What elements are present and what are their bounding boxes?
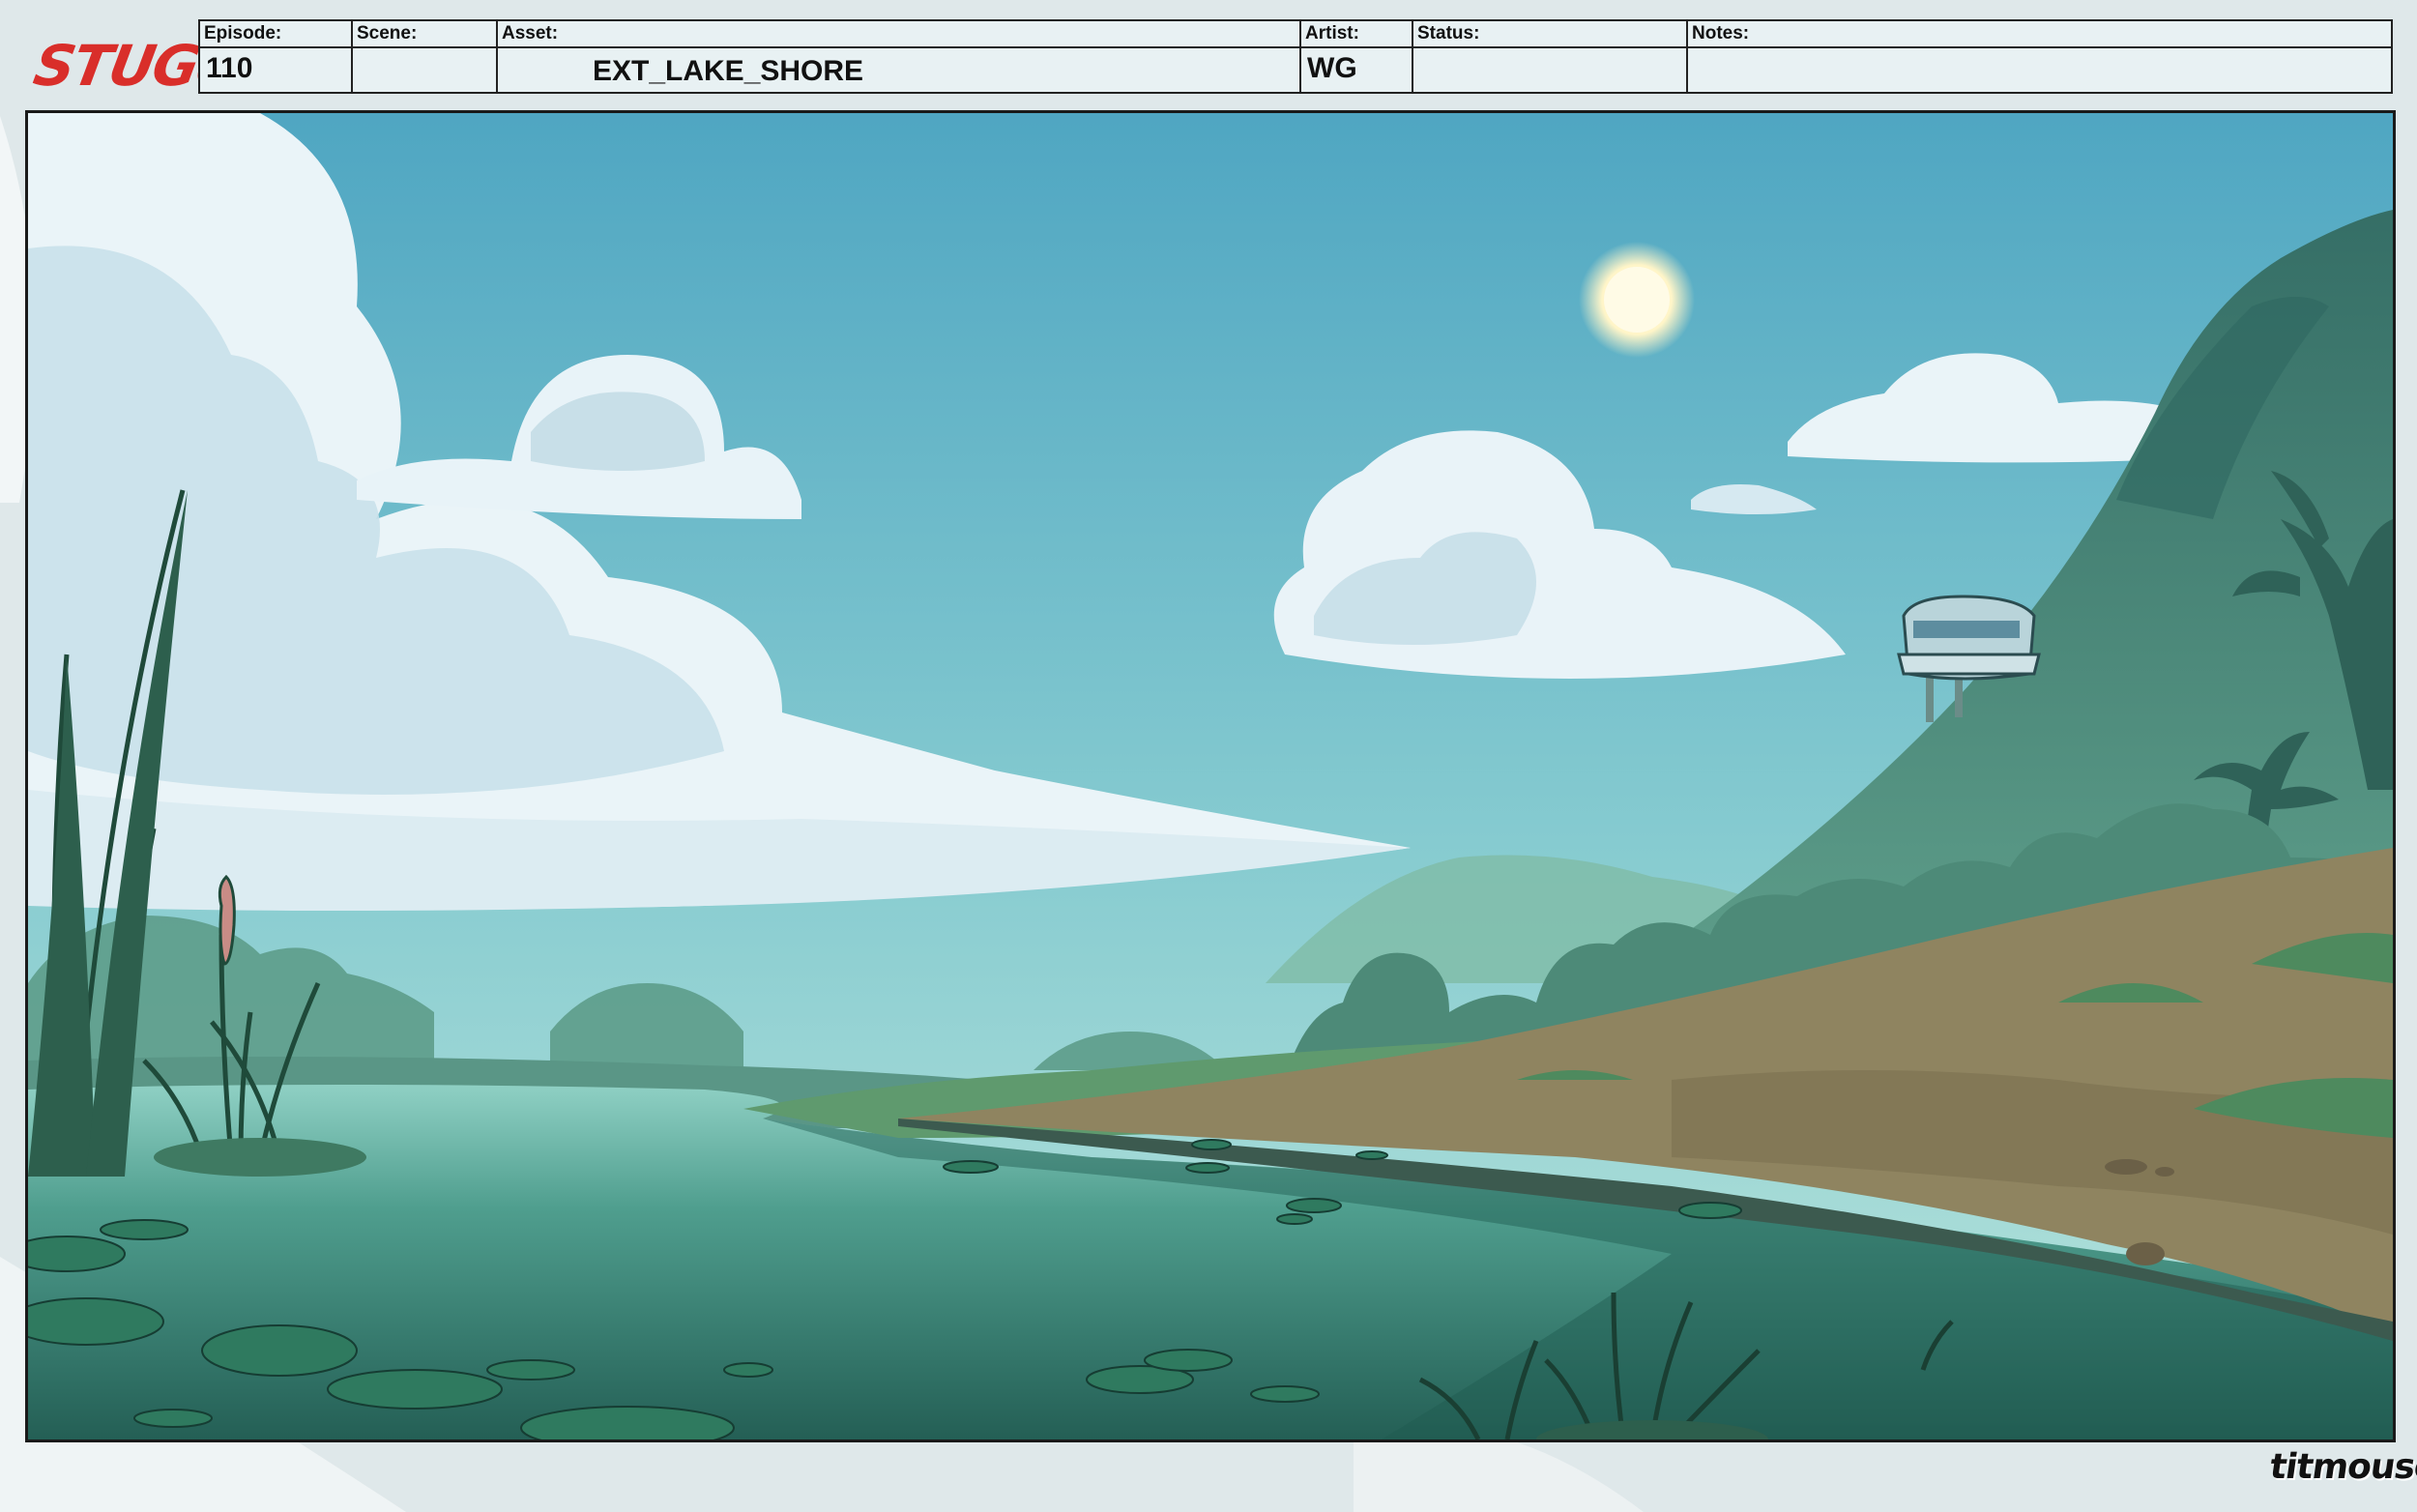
cattail-head xyxy=(218,874,236,966)
episode-value: 110 xyxy=(206,52,253,84)
sun xyxy=(1604,267,1670,333)
status-label: Status: xyxy=(1413,21,1686,48)
reed-tuft-base xyxy=(154,1138,366,1177)
status-cell: Status: xyxy=(1413,21,1688,92)
studio-logo: titmouse xyxy=(2267,1447,2417,1487)
notes-label: Notes: xyxy=(1688,21,2391,48)
scene-label: Scene: xyxy=(353,21,496,48)
lake-shore-painting xyxy=(28,113,2393,1439)
asset-value: EXT_LAKE_SHORE xyxy=(593,55,864,87)
artist-label: Artist: xyxy=(1301,21,1412,48)
background-painting-frame xyxy=(25,110,2396,1442)
show-logo: STUGo xyxy=(29,33,240,99)
asset-cell: Asset: EXT_LAKE_SHORE xyxy=(498,21,1301,92)
notes-cell: Notes: xyxy=(1688,21,2391,92)
episode-cell: Episode: 110 xyxy=(200,21,353,92)
artist-value: WG xyxy=(1307,52,1357,84)
slate-header: Episode: 110 Scene: Asset: EXT_LAKE_SHOR… xyxy=(198,19,2393,94)
episode-label: Episode: xyxy=(200,21,351,48)
asset-label: Asset: xyxy=(498,21,1299,48)
scene-cell: Scene: xyxy=(353,21,498,92)
artist-cell: Artist: WG xyxy=(1301,21,1413,92)
